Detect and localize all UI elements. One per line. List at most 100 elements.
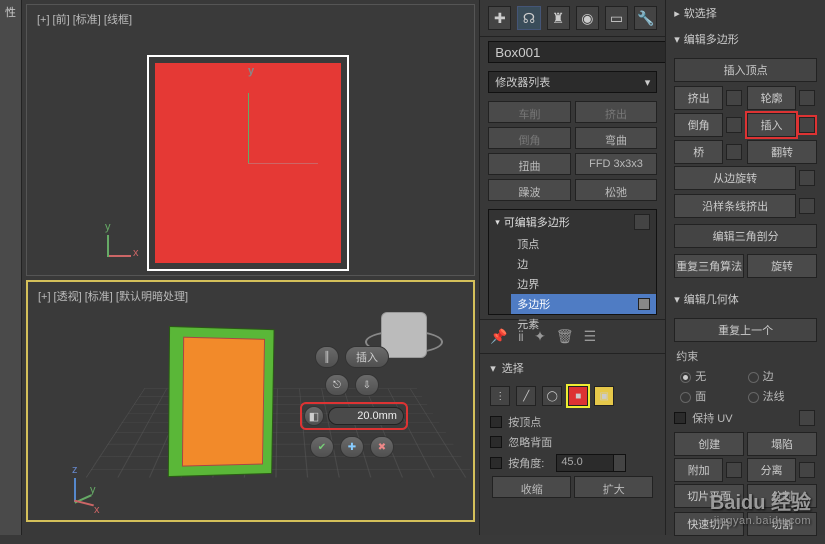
by-vertex-checkbox[interactable] [490, 416, 502, 428]
mod-bend-button[interactable]: 弯曲 [575, 127, 658, 149]
subobj-element-icon[interactable]: ▣ [594, 386, 614, 406]
utilities-tab-icon[interactable]: 🔧 [634, 6, 657, 30]
stack-vertex[interactable]: 顶点 [511, 234, 656, 254]
side-tab[interactable]: 性 [0, 0, 22, 535]
stack-expand-icon[interactable]: ▾ [495, 217, 500, 228]
selection-rollout-header[interactable]: ▾ 选择 [480, 353, 665, 382]
mod-twist-button[interactable]: 扭曲 [488, 153, 571, 175]
by-angle-spinner[interactable]: 45.0 [556, 454, 626, 472]
by-angle-checkbox[interactable] [490, 457, 502, 469]
selected-polygon[interactable] [182, 337, 265, 467]
box-face-front[interactable]: y [155, 63, 341, 263]
right-panel: ▸ 软选择 ▾ 编辑多边形 插入顶点 挤出 轮廓 倒角 插入 桥 翻转 从边旋转… [665, 0, 825, 535]
viewport-front-label[interactable]: [+] [前] [标准] [线框] [27, 5, 474, 33]
caddy-ok-icon[interactable]: ✔ [310, 436, 334, 458]
mod-bevel-button[interactable]: 倒角 [488, 127, 571, 149]
mod-ffd-button[interactable]: FFD 3x3x3 [575, 153, 658, 175]
turn-button[interactable]: 旋转 [747, 254, 817, 278]
flip-button[interactable]: 翻转 [747, 140, 817, 164]
detach-button[interactable]: 分离 [747, 458, 796, 482]
preserve-uv-settings-icon[interactable] [799, 410, 815, 426]
preserve-uv-checkbox[interactable] [674, 412, 686, 424]
retriangulate-button[interactable]: 重复三角算法 [674, 254, 744, 278]
extrude-along-spline-button[interactable]: 沿样条线挤出 [674, 194, 796, 218]
viewport-perspective[interactable]: [+] [透视] [标准] [默认明暗处理] z y x ║ 插入 ⎋ [26, 280, 475, 522]
edit-tri-button[interactable]: 编辑三角剖分 [674, 224, 817, 248]
subobj-polygon-icon[interactable]: ■ [568, 386, 588, 406]
stack-border[interactable]: 边界 [511, 274, 656, 294]
mod-relax-button[interactable]: 松弛 [575, 179, 658, 201]
caddy-amount-input[interactable]: 20.0mm [328, 407, 404, 425]
slice-plane-button[interactable]: 切片平面 [674, 484, 744, 508]
extrude-button[interactable]: 挤出 [674, 86, 723, 110]
stack-header[interactable]: ▾ 可编辑多边形 [489, 210, 656, 234]
subobj-edge-icon[interactable]: ╱ [516, 386, 536, 406]
caddy-apply-icon[interactable]: ✚ [340, 436, 364, 458]
edit-poly-rollout[interactable]: ▾ 编辑多边形 [666, 26, 825, 52]
stack-edge[interactable]: 边 [511, 254, 656, 274]
box-object-persp[interactable] [168, 326, 275, 477]
caddy-amount-icon[interactable]: ◧ [304, 406, 324, 426]
subobj-vertex-icon[interactable]: ⋮ [490, 386, 510, 406]
viewport-area: [+] [前] [标准] [线框] y y x [+] [透视] [标准] [默… [22, 0, 479, 535]
constraint-face-radio[interactable]: 面 [680, 388, 743, 404]
mod-extrude-button[interactable]: 挤出 [575, 101, 658, 123]
constraint-none-radio[interactable]: 无 [680, 368, 743, 384]
object-name-input[interactable] [488, 41, 679, 63]
hinge-button[interactable]: 从边旋转 [674, 166, 796, 190]
bevel-button[interactable]: 倒角 [674, 113, 723, 137]
grow-button[interactable]: 扩大 [574, 476, 653, 498]
bevel-settings-icon[interactable] [726, 117, 742, 133]
extrude-settings-icon[interactable] [726, 90, 742, 106]
create-tab-icon[interactable]: ✚ [488, 6, 511, 30]
attach-settings-icon[interactable] [726, 462, 742, 478]
split-button[interactable]: 分割 [747, 484, 817, 508]
quickslice-button[interactable]: 快速切片 [674, 512, 744, 536]
inset-settings-icon[interactable] [799, 117, 815, 133]
stack-toggle-icon[interactable] [634, 214, 650, 230]
modifier-stack[interactable]: ▾ 可编辑多边形 顶点 边 边界 多边形 元素 [488, 209, 657, 315]
bridge-button[interactable]: 桥 [674, 140, 723, 164]
viewport-front[interactable]: [+] [前] [标准] [线框] y y x [26, 4, 475, 276]
modify-tab-icon[interactable]: ☊ [517, 6, 540, 30]
bridge-settings-icon[interactable] [726, 144, 742, 160]
caddy-prev-icon[interactable]: ⎋ [325, 374, 349, 396]
axis-tripod-front: y x [107, 235, 131, 257]
mod-lathe-button[interactable]: 车削 [488, 101, 571, 123]
caddy-next-icon[interactable]: ⇩ [355, 374, 379, 396]
attach-button[interactable]: 附加 [674, 458, 723, 482]
detach-settings-icon[interactable] [799, 462, 815, 478]
stack-polygon[interactable]: 多边形 [511, 294, 656, 314]
viewport-persp-label[interactable]: [+] [透视] [标准] [默认明暗处理] [28, 282, 473, 310]
edit-geometry-rollout[interactable]: ▾ 编辑几何体 [666, 286, 825, 312]
outline-settings-icon[interactable] [799, 90, 815, 106]
caddy-cancel-icon[interactable]: ✖ [370, 436, 394, 458]
repeat-last-button[interactable]: 重复上一个 [674, 318, 817, 342]
subobj-border-icon[interactable]: ◯ [542, 386, 562, 406]
soft-selection-rollout[interactable]: ▸ 软选择 [666, 0, 825, 26]
modifier-list-dropdown[interactable]: 修改器列表▾ [488, 71, 657, 93]
display-tab-icon[interactable]: ▭ [605, 6, 628, 30]
mod-noise-button[interactable]: 躁波 [488, 179, 571, 201]
hierarchy-tab-icon[interactable]: ♜ [547, 6, 570, 30]
insert-vertex-button[interactable]: 插入顶点 [674, 58, 817, 82]
caddy-value-row-highlight: ◧ 20.0mm [300, 402, 408, 430]
gizmo-y-label: y [248, 65, 254, 77]
box-outer-front[interactable]: y [147, 55, 349, 271]
transform-gizmo-front[interactable] [248, 163, 249, 164]
stack-element[interactable]: 元素 [511, 314, 656, 334]
hinge-settings-icon[interactable] [799, 170, 815, 186]
extrude-spline-settings-icon[interactable] [799, 198, 815, 214]
constraints-label: 约束 [672, 346, 819, 366]
cut-button[interactable]: 切割 [747, 512, 817, 536]
constraint-normal-radio[interactable]: 法线 [748, 388, 811, 404]
motion-tab-icon[interactable]: ◉ [576, 6, 599, 30]
collapse-button[interactable]: 塌陷 [747, 432, 817, 456]
caddy-mode-icon[interactable]: ║ [315, 346, 339, 368]
shrink-button[interactable]: 收缩 [492, 476, 571, 498]
constraint-edge-radio[interactable]: 边 [748, 368, 811, 384]
inset-button[interactable]: 插入 [747, 113, 796, 137]
outline-button[interactable]: 轮廓 [747, 86, 796, 110]
ignore-backface-checkbox[interactable] [490, 436, 502, 448]
create-button[interactable]: 创建 [674, 432, 744, 456]
